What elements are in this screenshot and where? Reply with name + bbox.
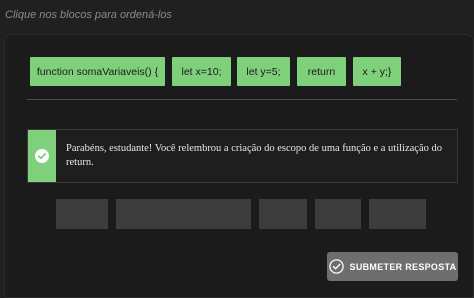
- code-block-return[interactable]: return: [297, 57, 346, 86]
- instruction-text: Clique nos blocos para ordená-los: [5, 9, 172, 21]
- submit-answer-button[interactable]: SUBMETER RESPOSTA: [327, 252, 458, 281]
- check-circle-icon: [35, 149, 49, 163]
- code-block-let-y[interactable]: let y=5;: [237, 57, 290, 86]
- code-block-sum[interactable]: x + y;}: [353, 57, 401, 86]
- answer-slot-3[interactable]: [259, 199, 307, 229]
- feedback-message-box: Parabéns, estudante! Você relembrou a cr…: [27, 129, 458, 183]
- answer-slot-4[interactable]: [315, 199, 361, 229]
- divider: [27, 99, 457, 100]
- submit-button-label: SUBMETER RESPOSTA: [349, 261, 457, 272]
- feedback-status-indicator: [28, 130, 56, 182]
- answer-slot-5[interactable]: [369, 199, 426, 229]
- check-circle-icon: [328, 259, 344, 274]
- code-block-let-x[interactable]: let x=10;: [172, 57, 231, 86]
- code-block-function-declaration[interactable]: function somaVariaveis() {: [30, 57, 165, 86]
- answer-slot-1[interactable]: [56, 199, 108, 229]
- feedback-text: Parabéns, estudante! Você relembrou a cr…: [66, 143, 442, 168]
- answer-slot-2[interactable]: [116, 199, 251, 229]
